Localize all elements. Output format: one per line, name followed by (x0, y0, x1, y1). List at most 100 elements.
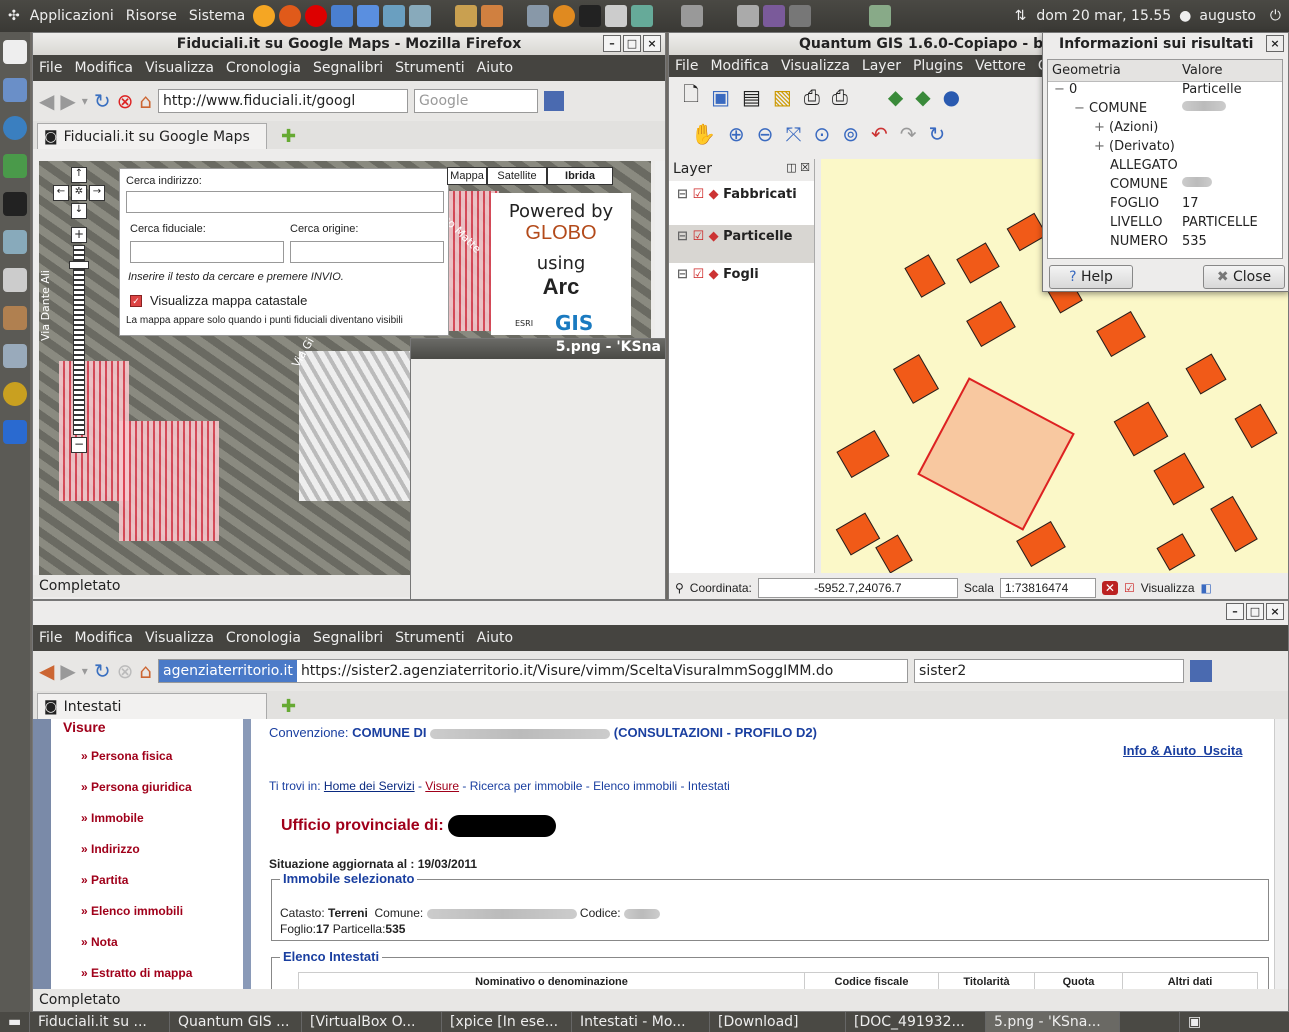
panel-close-icon[interactable]: ◫ ☒ (786, 161, 810, 179)
dock-app-icon[interactable] (3, 230, 27, 254)
new-tab-icon[interactable]: ✚ (281, 125, 296, 149)
catastale-checkbox[interactable]: ✓ (130, 295, 142, 307)
page-scrollbar[interactable] (1274, 719, 1288, 989)
map-type-ibrida[interactable]: Ibrida (547, 167, 613, 185)
history-dropdown-icon[interactable]: ▾ (82, 94, 88, 108)
launcher-icon[interactable] (631, 5, 654, 27)
menu-file[interactable]: File (33, 60, 68, 76)
refresh-icon[interactable]: ↻ (929, 122, 946, 146)
stop-icon[interactable]: ⊗ (117, 659, 134, 683)
zoom-full-icon[interactable]: ⤧ (785, 122, 801, 146)
column-valore[interactable]: Valore (1182, 60, 1222, 81)
ksnapshot-title[interactable]: 5.png - 'KSna (411, 339, 665, 359)
zoom-last-icon[interactable]: ↶ (871, 122, 888, 146)
menu-cronologia[interactable]: Cronologia (220, 630, 307, 646)
uscita-link[interactable]: Uscita (1203, 743, 1242, 758)
launcher-icon[interactable] (455, 5, 478, 27)
reload-icon[interactable]: ↻ (94, 659, 111, 683)
result-row[interactable]: − COMUNE (1048, 101, 1282, 120)
launcher-icon[interactable] (357, 5, 380, 27)
projection-icon[interactable]: ◧ (1201, 581, 1212, 595)
user-name[interactable]: augusto (1193, 8, 1262, 24)
dialog-close-icon[interactable]: × (1266, 35, 1284, 52)
dock-app-icon[interactable] (3, 154, 27, 178)
add-raster-icon[interactable]: ◆ (915, 85, 930, 109)
menu-sistema[interactable]: Sistema (183, 8, 251, 24)
pan-up-button[interactable]: ↑ (71, 167, 87, 183)
taskbar-item[interactable]: Fiduciali.it su ... (30, 1012, 170, 1032)
save-icon[interactable]: ▤ (742, 85, 761, 109)
maximize-button[interactable]: □ (1246, 603, 1264, 620)
dock-app-icon[interactable] (3, 420, 27, 444)
collapse-icon[interactable]: ⊟ (677, 267, 688, 282)
zoom-out-icon[interactable]: ⊖ (757, 122, 774, 146)
stop-render-icon[interactable]: ✕ (1101, 581, 1118, 595)
launcher-icon[interactable] (409, 5, 432, 27)
menu-modifica[interactable]: Modifica (704, 58, 775, 74)
network-icon[interactable]: ⇅ (1011, 8, 1031, 24)
taskbar-item[interactable]: [Download] (710, 1012, 846, 1032)
zoom-slider-handle[interactable] (69, 261, 89, 269)
terminal-icon[interactable] (579, 5, 602, 27)
collapse-icon[interactable]: ⊟ (677, 229, 688, 244)
origine-input[interactable] (290, 241, 444, 263)
opera-launcher-icon[interactable] (305, 5, 328, 27)
sidebar-item-immobile[interactable]: » Immobile (81, 811, 243, 825)
zoom-in-button[interactable]: + (71, 227, 87, 243)
result-row[interactable]: + (Derivato) (1048, 139, 1282, 158)
save-as-icon[interactable]: ▧ (773, 85, 792, 109)
show-desktop-icon[interactable]: ▬ (0, 1012, 30, 1032)
taskbar-item[interactable]: [VirtualBox O... (302, 1012, 442, 1032)
layer-item-selected[interactable]: ⊟ ☑ ◆ Particelle (669, 225, 814, 263)
trash-icon[interactable] (869, 5, 892, 27)
menu-strumenti[interactable]: Strumenti (389, 630, 471, 646)
map-type-mappa[interactable]: Mappa (447, 167, 487, 185)
close-button[interactable]: × (643, 35, 661, 52)
back-icon[interactable]: ◀ (39, 659, 54, 683)
pan-icon[interactable]: ✋ (691, 122, 716, 146)
zoom-layer-icon[interactable]: ⊚ (842, 122, 859, 146)
clock[interactable]: dom 20 mar, 15.55 (1030, 8, 1177, 24)
launcher-icon[interactable] (737, 5, 760, 27)
result-row[interactable]: − 0 Particelle (1048, 82, 1282, 101)
dock-app-icon[interactable] (3, 306, 27, 330)
stop-icon[interactable]: ⊗ (117, 89, 134, 113)
selected-parcel[interactable] (917, 377, 1075, 531)
launcher-icon[interactable] (553, 5, 576, 27)
forward-icon[interactable]: ▶ (60, 659, 75, 683)
menu-file[interactable]: File (669, 58, 704, 74)
zoom-selection-icon[interactable]: ⊙ (813, 122, 830, 146)
workspace-switcher[interactable] (1120, 1012, 1180, 1032)
reload-icon[interactable]: ↻ (94, 89, 111, 113)
result-row[interactable]: COMUNE (1048, 177, 1282, 196)
fvd-icon[interactable] (544, 91, 565, 111)
firefox-launcher-icon[interactable] (279, 5, 302, 27)
editor-icon[interactable] (605, 5, 628, 27)
help-button[interactable]: ? Help (1049, 265, 1133, 289)
maximize-button[interactable]: □ (623, 35, 641, 52)
menu-risorse[interactable]: Risorse (120, 8, 183, 24)
dock-app-icon[interactable] (3, 116, 27, 140)
layer-item[interactable]: ⊟ ☑ ◆ Fabbricati (677, 187, 814, 225)
launcher-icon[interactable] (527, 5, 550, 27)
add-db-icon[interactable]: ● (943, 85, 960, 109)
menu-segnalibri[interactable]: Segnalibri (307, 630, 389, 646)
launcher-icon[interactable] (331, 5, 354, 27)
tab-fiduciali[interactable]: ◙ Fiduciali.it su Google Maps (37, 123, 267, 149)
layer-visible-checkbox[interactable]: ☑ (692, 229, 704, 244)
coordinate-field[interactable]: -5952.7,24076.7 (757, 578, 958, 598)
zoom-slider[interactable] (73, 245, 85, 435)
dock-app-icon[interactable] (3, 268, 27, 292)
pan-right-button[interactable]: → (89, 185, 105, 201)
tab-intestati[interactable]: ◙ Intestati (37, 693, 267, 719)
menu-aiuto[interactable]: Aiuto (471, 60, 519, 76)
menu-file[interactable]: File (33, 630, 68, 646)
menu-visualizza[interactable]: Visualizza (775, 58, 856, 74)
info-aiuto-link[interactable]: Info & Aiuto (1123, 743, 1196, 758)
sidebar-item-estratto-di-mappa[interactable]: » Estratto di mappa (81, 966, 243, 980)
new-tab-icon[interactable]: ✚ (281, 695, 296, 719)
menu-modifica[interactable]: Modifica (68, 630, 139, 646)
layer-item[interactable]: ⊟ ☑ ◆ Fogli (677, 263, 814, 301)
home-icon[interactable]: ⌂ (139, 89, 152, 113)
menu-cronologia[interactable]: Cronologia (220, 60, 307, 76)
